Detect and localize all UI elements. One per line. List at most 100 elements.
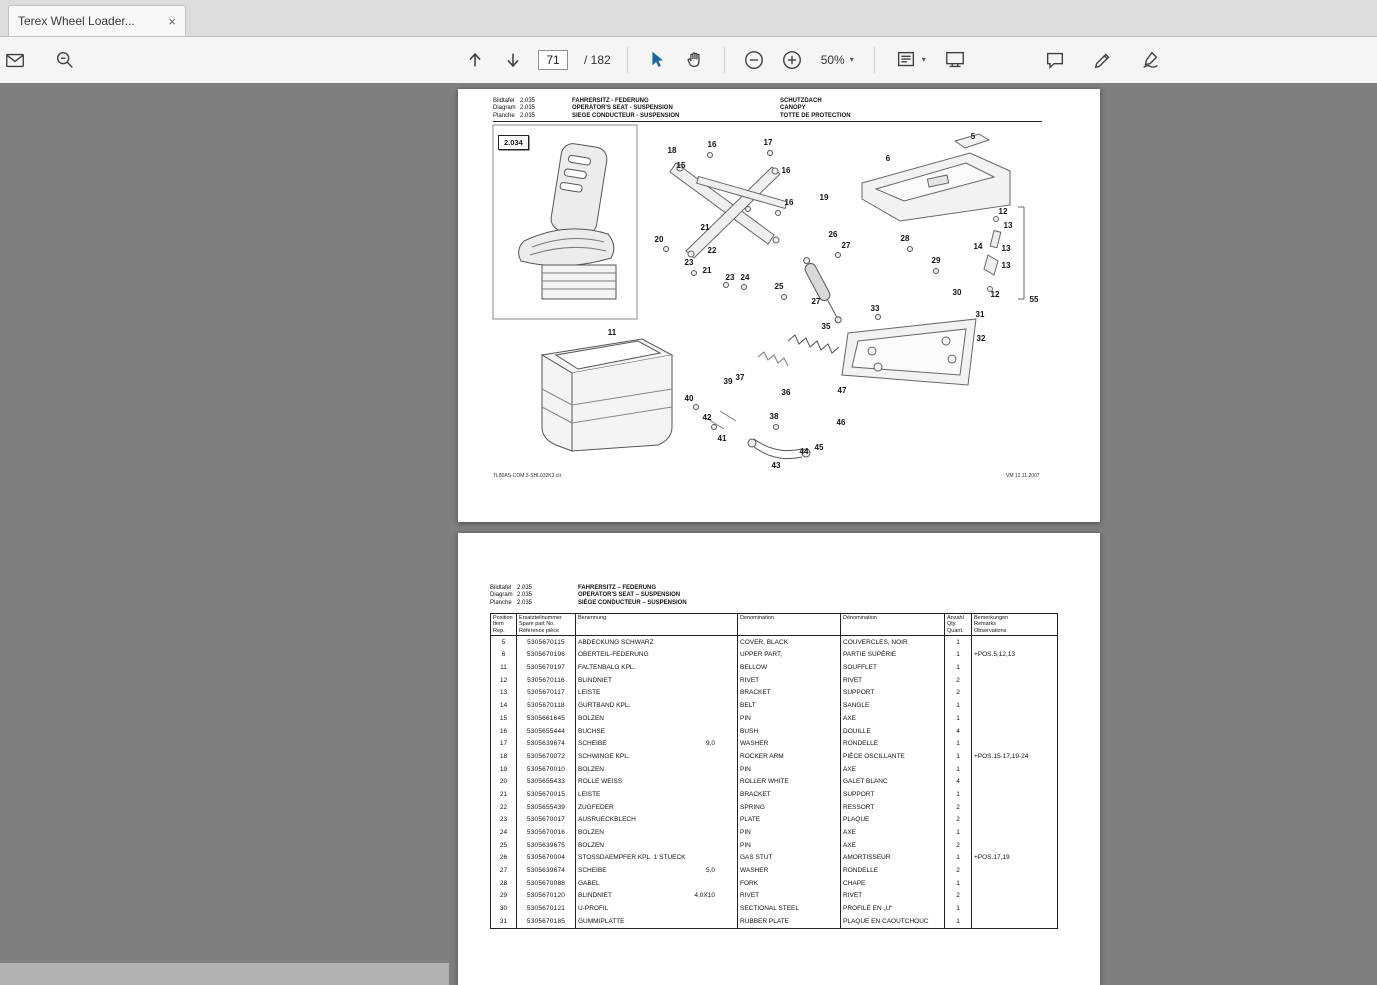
svg-text:39: 39 xyxy=(724,377,733,386)
svg-text:23: 23 xyxy=(685,258,694,267)
svg-text:38: 38 xyxy=(770,412,779,421)
select-tool-icon[interactable] xyxy=(644,45,670,75)
horizontal-scrollbar[interactable] xyxy=(0,963,449,985)
svg-text:17: 17 xyxy=(764,138,773,147)
table-row: 16 5305655444 BUCHSE BUSH DOUILLE 4 xyxy=(491,724,1058,738)
parts-table-body: 5 5305670115 ABDECKUNG SCHWARZ COVER, BLACK… xyxy=(491,635,1058,929)
svg-text:13: 13 xyxy=(1002,261,1011,270)
zoom-out-button[interactable] xyxy=(741,45,767,75)
toolbar-separator xyxy=(626,47,628,73)
table-row: 13 5305670117 LEISTE BRACKET SUPPORT 2 xyxy=(491,686,1058,700)
page2-ref-block: Bildtafel 2.035 Diagram 2.035 Planche 2.035 xyxy=(490,585,533,606)
table-row: 21 5305670015 LEISTE BRACKET SUPPORT 1 xyxy=(491,788,1058,801)
svg-text:18: 18 xyxy=(668,146,677,155)
svg-text:11: 11 xyxy=(608,328,617,337)
table-row: 28 5305670088 GABEL FORK CHAPE 1 xyxy=(491,876,1058,890)
svg-text:55: 55 xyxy=(1030,295,1039,304)
svg-text:30: 30 xyxy=(953,288,962,297)
svg-text:12: 12 xyxy=(991,290,1000,299)
table-row: 24 5305670016 BOLZEN PIN AXE 1 xyxy=(491,826,1058,839)
svg-text:47: 47 xyxy=(838,386,847,395)
svg-text:16: 16 xyxy=(785,198,794,207)
table-row: 17 5305639674 SCHEIBE 9,0 WASHER RONDELLE 1 xyxy=(491,737,1058,751)
toolbar-separator xyxy=(723,47,725,73)
column-header-denomination-fr: Dénomination xyxy=(840,613,945,636)
page-number-input[interactable] xyxy=(538,50,568,70)
svg-text:13: 13 xyxy=(1004,221,1013,230)
svg-text:31: 31 xyxy=(976,310,985,319)
page-display-icon xyxy=(897,51,914,67)
svg-text:16: 16 xyxy=(708,140,717,149)
page-count-label: / 182 xyxy=(584,53,611,67)
highlight-icon[interactable] xyxy=(1090,45,1116,75)
table-row: 27 5305639674 SCHEIBE 5,0 WASHER RONDELLE 2 xyxy=(491,864,1058,877)
table-row: 18 5305670072 SCHWINGE KPL. ROCKER ARM PIÈCE… xyxy=(491,750,1058,763)
previous-page-button[interactable] xyxy=(462,45,488,75)
chevron-down-icon: ▾ xyxy=(921,55,926,64)
hand-tool-icon[interactable] xyxy=(682,45,708,75)
exploded-parts-diagram: 1815 16 17 16 6 5 19 16 20 21 22 23 21 23 24 25 26 27 28 29… xyxy=(492,124,1039,470)
toolbar-separator xyxy=(873,47,875,73)
svg-text:44: 44 xyxy=(800,447,809,456)
zoom-search-icon[interactable] xyxy=(52,45,78,75)
svg-text:43: 43 xyxy=(772,461,781,470)
reading-mode-icon[interactable] xyxy=(942,45,968,75)
column-header-remarks: Bemerkungen Remarks Observations xyxy=(974,615,1009,634)
svg-text:41: 41 xyxy=(718,434,727,443)
sign-icon[interactable] xyxy=(1138,45,1164,75)
svg-text:15: 15 xyxy=(677,161,686,170)
tab-close-icon[interactable]: × xyxy=(168,15,176,28)
table-row: 6 5305670196 OBERTEIL-FEDERUNG UPPER PART, P… xyxy=(491,648,1058,662)
table-row: 20 5305655433 ROLLE WEISS ROLLER WHITE GALET… xyxy=(491,775,1058,789)
table-row: 5 5305670115 ABDECKUNG SCHWARZ COVER, BLACK… xyxy=(491,635,1058,649)
document-tab-title: Terex Wheel Loader... xyxy=(18,14,135,28)
table-row: 15 5305661645 BOLZEN PIN AXE 1 xyxy=(491,712,1058,725)
chevron-down-icon: ▾ xyxy=(849,55,854,64)
svg-text:14: 14 xyxy=(974,242,983,251)
table-row: 30 5305670121 U-PROFIL SECTIONAL STEEL PROFI… xyxy=(491,902,1058,916)
table-row: 12 5305670116 BLINDNIET RIVET RIVET 2 xyxy=(491,673,1058,687)
pdf-page-parts-list[interactable]: Bildtafel 2.035 Diagram 2.035 Planche 2.035 F… xyxy=(458,533,1100,985)
svg-text:27: 27 xyxy=(812,297,821,306)
column-header-denomination: Denomination xyxy=(737,613,841,636)
drawing-date-label: VM 12.11.2007 xyxy=(1006,473,1040,479)
table-row: 22 5305655439 ZUGFEDER SPRING RESSORT 2 xyxy=(491,800,1058,814)
svg-text:5: 5 xyxy=(971,132,976,141)
next-page-button[interactable] xyxy=(500,45,526,75)
svg-text:29: 29 xyxy=(932,256,941,265)
svg-text:21: 21 xyxy=(703,266,712,275)
svg-text:37: 37 xyxy=(736,373,745,382)
comment-icon[interactable] xyxy=(1042,45,1068,75)
document-tab[interactable]: Terex Wheel Loader... × xyxy=(8,5,186,36)
table-header-row: Position Item Rep. Ersatzteilnummer Spare p… xyxy=(490,613,1058,636)
pdf-page-diagram[interactable]: Bildtafel 2.035 Diagram 2.035 Planche 2.035 F… xyxy=(458,89,1100,522)
table-row: 23 5305670017 AUSRUECKBLECH PLATE PLAQUE 2 xyxy=(491,813,1058,827)
svg-text:45: 45 xyxy=(815,443,824,452)
svg-text:33: 33 xyxy=(871,304,880,313)
svg-text:22: 22 xyxy=(708,246,717,255)
svg-text:35: 35 xyxy=(822,322,831,331)
parts-table: Position Item Rep. Ersatzteilnummer Spare p… xyxy=(490,613,1058,929)
page-display-dropdown[interactable]: ▾ xyxy=(891,47,930,73)
svg-text:19: 19 xyxy=(820,193,829,202)
table-row: 26 5305670004 STOSSDAEMPFER KPL. 1 STUECK G… xyxy=(491,851,1058,865)
svg-text:25: 25 xyxy=(775,282,784,291)
diagram-ref-box: 2.034 xyxy=(498,135,529,150)
svg-text:21: 21 xyxy=(701,223,710,232)
svg-text:40: 40 xyxy=(685,394,694,403)
svg-text:32: 32 xyxy=(977,334,986,343)
svg-text:27: 27 xyxy=(842,241,851,250)
svg-text:28: 28 xyxy=(901,234,910,243)
column-header-position: Position Item Rep. xyxy=(493,615,513,634)
zoom-in-button[interactable] xyxy=(779,45,805,75)
svg-text:13: 13 xyxy=(1002,244,1011,253)
email-icon[interactable] xyxy=(2,45,28,75)
table-row: 25 5305639675 BOLZEN PIN AXE 2 xyxy=(491,838,1058,852)
svg-text:26: 26 xyxy=(829,230,838,239)
svg-text:46: 46 xyxy=(837,418,846,427)
zoom-level-dropdown[interactable]: 50% ▾ xyxy=(817,51,858,69)
svg-text:20: 20 xyxy=(655,235,664,244)
svg-text:16: 16 xyxy=(782,166,791,175)
document-viewport: Bildtafel 2.035 Diagram 2.035 Planche 2.035 F… xyxy=(0,83,1377,985)
svg-text:42: 42 xyxy=(703,413,712,422)
